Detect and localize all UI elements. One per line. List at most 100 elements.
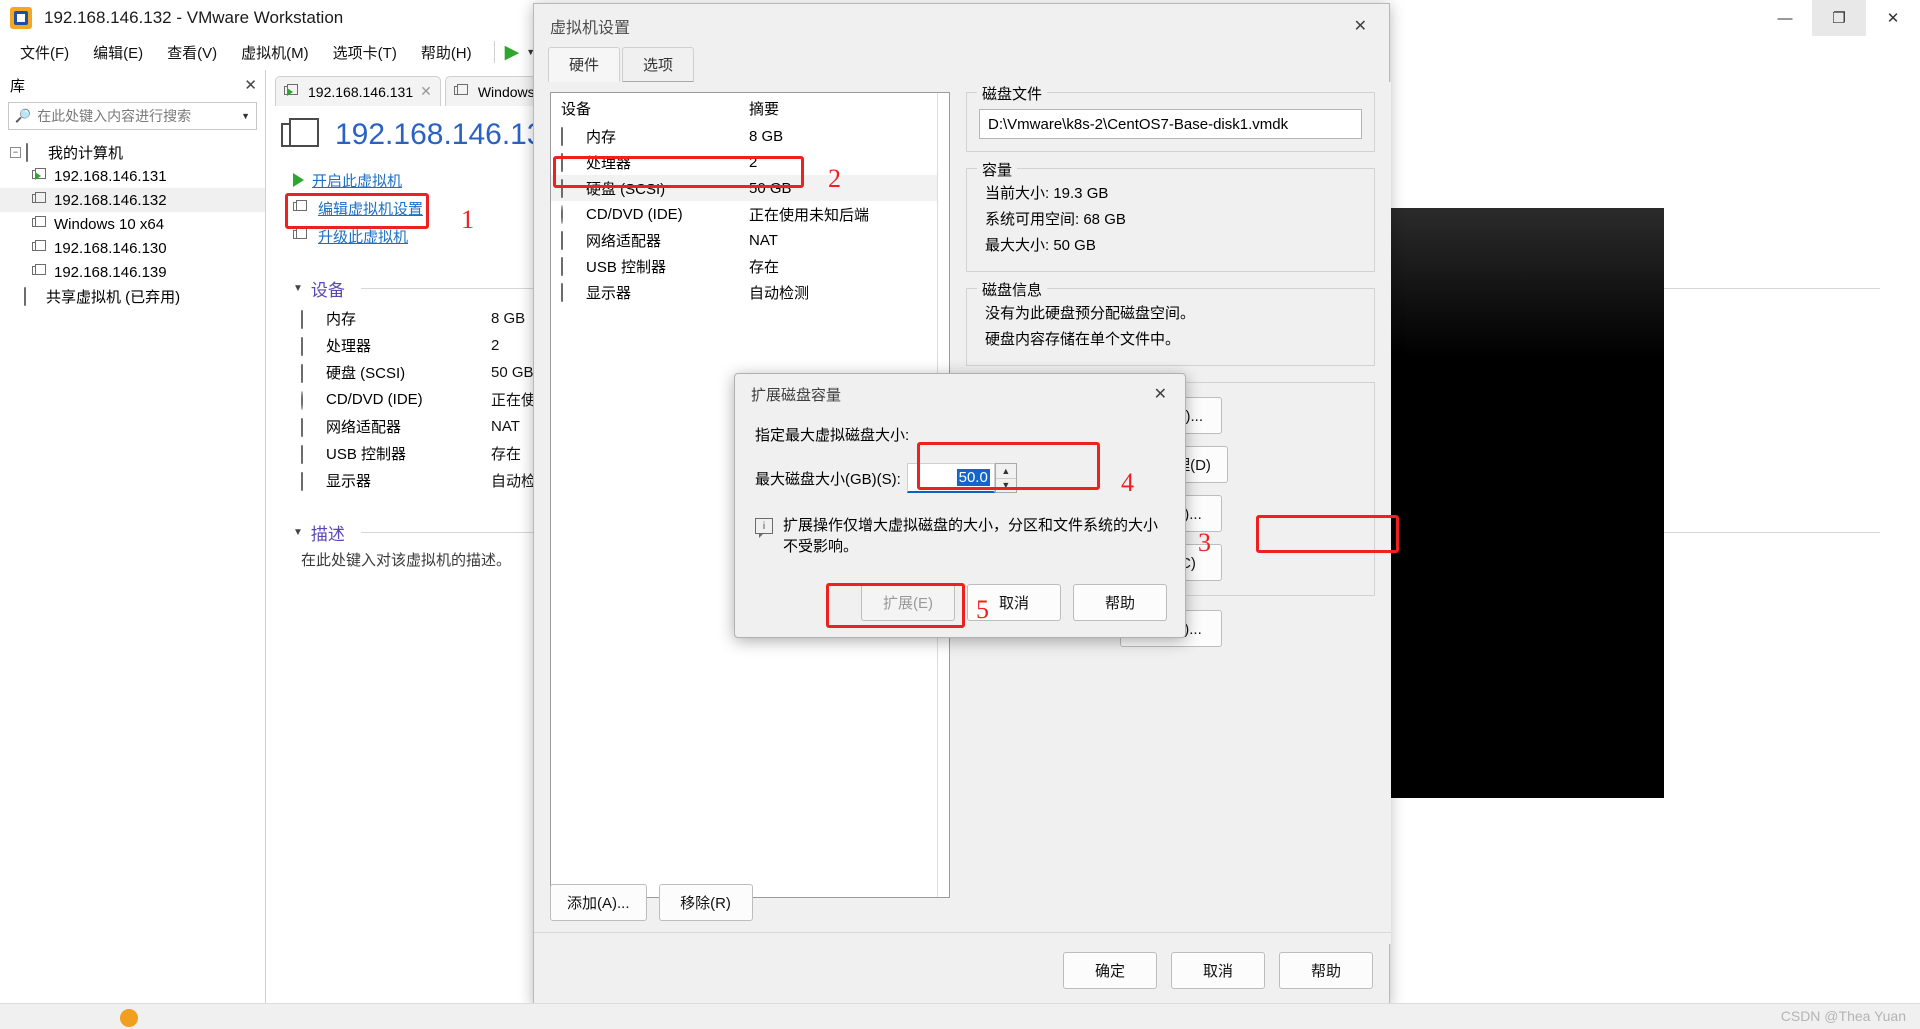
annotation-number-4: 4: [1121, 468, 1134, 497]
stepper-down-icon[interactable]: ▼: [996, 479, 1016, 493]
action-label: 编辑虚拟机设置: [318, 200, 424, 218]
table-row-harddisk[interactable]: 硬盘 (SCSI) 50 GB: [551, 175, 949, 201]
usb-icon: [301, 444, 303, 464]
expand-disk-capacity-dialog: 扩展磁盘容量 ✕ 指定最大虚拟磁盘大小: 最大磁盘大小(GB)(S): 50.0…: [734, 373, 1186, 638]
sidebar-item-vm-2[interactable]: Windows 10 x64: [0, 212, 265, 236]
minimize-button[interactable]: —: [1758, 0, 1812, 36]
power-on-icon[interactable]: ▶: [505, 43, 520, 62]
usb-icon: [561, 257, 563, 276]
computer-icon: [26, 143, 28, 162]
disk-info-group: 磁盘信息 没有为此硬盘预分配磁盘空间。 硬盘内容存储在单个文件中。: [966, 279, 1375, 366]
tab-label: 192.168.146.131: [308, 83, 414, 100]
close-icon[interactable]: ✕: [420, 83, 432, 100]
max-disk-size-stepper[interactable]: 50.0 ▲ ▼: [906, 463, 1017, 493]
disk-file-path-field[interactable]: D:\Vmware\k8s-2\CentOS7-Base-disk1.vmdk: [979, 109, 1362, 139]
collapse-icon[interactable]: −: [10, 146, 21, 158]
disk-file-group: 磁盘文件 D:\Vmware\k8s-2\CentOS7-Base-disk1.…: [966, 83, 1375, 152]
table-row[interactable]: USB 控制器 存在: [551, 253, 949, 279]
annotation-number-2: 2: [828, 164, 841, 193]
table-row[interactable]: CD/DVD (IDE) 正在使用未知后端: [551, 201, 949, 227]
disk-info-legend: 磁盘信息: [977, 279, 1048, 300]
vm-label: 192.168.146.139: [54, 263, 167, 281]
close-icon[interactable]: ✕: [1144, 378, 1177, 410]
system-free-text: 系统可用空间: 68 GB: [985, 211, 1126, 228]
add-device-button[interactable]: 添加(A)...: [550, 884, 647, 921]
annotation-number-1: 1: [461, 205, 474, 234]
device-value: 8 GB: [491, 310, 526, 327]
stepper-buttons[interactable]: ▲ ▼: [994, 463, 1017, 493]
menu-tabs[interactable]: 选项卡(T): [321, 38, 409, 67]
dialog-footer-left: 添加(A)... 移除(R): [550, 884, 753, 921]
sidebar-item-vm-1[interactable]: 192.168.146.132: [0, 188, 265, 212]
menu-vm[interactable]: 虚拟机(M): [229, 38, 321, 67]
help-button[interactable]: 帮助: [1073, 584, 1167, 621]
sidebar-item-vm-0[interactable]: 192.168.146.131: [0, 164, 265, 188]
cell-summary: NAT: [749, 231, 778, 249]
table-row[interactable]: 显示器 自动检测: [551, 279, 949, 305]
cddvd-icon: [561, 205, 563, 224]
library-title: 库: [10, 77, 26, 95]
table-header: 设备 摘要: [551, 93, 949, 123]
menu-view[interactable]: 查看(V): [155, 38, 229, 67]
tree-root-my-computer[interactable]: − 我的计算机: [0, 140, 265, 164]
search-input[interactable]: 🔍 在此处键入内容进行搜索 ▼: [8, 102, 257, 130]
library-tree: − 我的计算机 192.168.146.131 192.168.146.132 …: [0, 140, 265, 308]
info-icon: i: [755, 518, 773, 538]
disk-info-line1: 没有为此硬盘预分配磁盘空间。: [985, 305, 1196, 322]
device-value: 50 GB: [491, 364, 534, 381]
tab-vm-131[interactable]: 192.168.146.131 ✕: [275, 76, 441, 106]
vm-preview-thumbnail: [1388, 208, 1664, 798]
chevron-down-icon[interactable]: ▼: [241, 111, 250, 121]
device-name: 处理器: [326, 338, 372, 355]
remove-device-button[interactable]: 移除(R): [658, 884, 753, 921]
cpu-icon: [301, 336, 303, 356]
menu-file[interactable]: 文件(F): [8, 38, 81, 67]
tab-options[interactable]: 选项: [622, 47, 695, 82]
vm-label: Windows 10 x64: [54, 215, 165, 233]
library-close-icon[interactable]: ✕: [244, 76, 257, 94]
menu-edit[interactable]: 编辑(E): [81, 38, 155, 67]
device-name: CD/DVD (IDE): [326, 391, 423, 408]
dialog-buttons: 扩展(E) 取消 帮助: [861, 584, 1167, 621]
ok-button[interactable]: 确定: [1063, 952, 1157, 989]
cell-device: CD/DVD (IDE): [586, 205, 683, 223]
help-button[interactable]: 帮助: [1279, 952, 1373, 989]
vm-label: 192.168.146.130: [54, 239, 167, 257]
device-name: 显示器: [326, 473, 372, 490]
close-icon[interactable]: ✕: [1342, 10, 1379, 42]
device-name: 硬盘 (SCSI): [326, 365, 406, 382]
memory-icon: [301, 309, 303, 329]
vmware-workstation-window: 192.168.146.132 - VMware Workstation — ❐…: [0, 0, 1920, 1029]
stepper-up-icon[interactable]: ▲: [995, 464, 1016, 479]
close-button[interactable]: ✕: [1866, 0, 1920, 36]
sidebar-item-vm-3[interactable]: 192.168.146.130: [0, 236, 265, 260]
restore-button[interactable]: ❐: [1812, 0, 1866, 36]
column-header-summary: 摘要: [749, 100, 780, 118]
device-value: NAT: [491, 418, 520, 435]
dialog-title-bar: 虚拟机设置 ✕: [534, 4, 1389, 48]
search-placeholder: 在此处键入内容进行搜索: [37, 108, 192, 124]
max-disk-size-input[interactable]: 50.0: [906, 463, 995, 493]
dialog-title: 扩展磁盘容量: [751, 386, 842, 404]
annotation-number-5: 5: [976, 595, 989, 624]
max-size-text: 最大大小: 50 GB: [985, 237, 1096, 254]
table-row[interactable]: 内存 8 GB: [551, 123, 949, 149]
table-row[interactable]: 处理器 2: [551, 149, 949, 175]
menu-help[interactable]: 帮助(H): [409, 38, 484, 67]
tab-hardware[interactable]: 硬件: [548, 47, 621, 82]
capacity-group: 容量 当前大小: 19.3 GB 系统可用空间: 68 GB 最大大小: 50 …: [966, 159, 1375, 272]
cancel-button[interactable]: 取消: [1171, 952, 1265, 989]
max-disk-size-label: 最大磁盘大小(GB)(S):: [755, 470, 901, 488]
table-row[interactable]: 网络适配器 NAT: [551, 227, 949, 253]
expand-confirm-button[interactable]: 扩展(E): [861, 584, 955, 621]
devices-heading: 设备: [310, 281, 345, 300]
dialog-title: 虚拟机设置: [550, 20, 631, 37]
cell-device: 显示器: [586, 284, 632, 302]
device-name: USB 控制器: [326, 446, 407, 463]
sidebar-item-shared-vms[interactable]: 共享虚拟机 (已弃用): [0, 284, 265, 308]
status-indicator: [120, 1009, 138, 1027]
dialog-tabs: 硬件 选项: [534, 47, 1389, 82]
cell-summary: 正在使用未知后端: [749, 206, 870, 224]
disk-info-line2: 硬盘内容存储在单个文件中。: [985, 331, 1181, 348]
sidebar-item-vm-4[interactable]: 192.168.146.139: [0, 260, 265, 284]
